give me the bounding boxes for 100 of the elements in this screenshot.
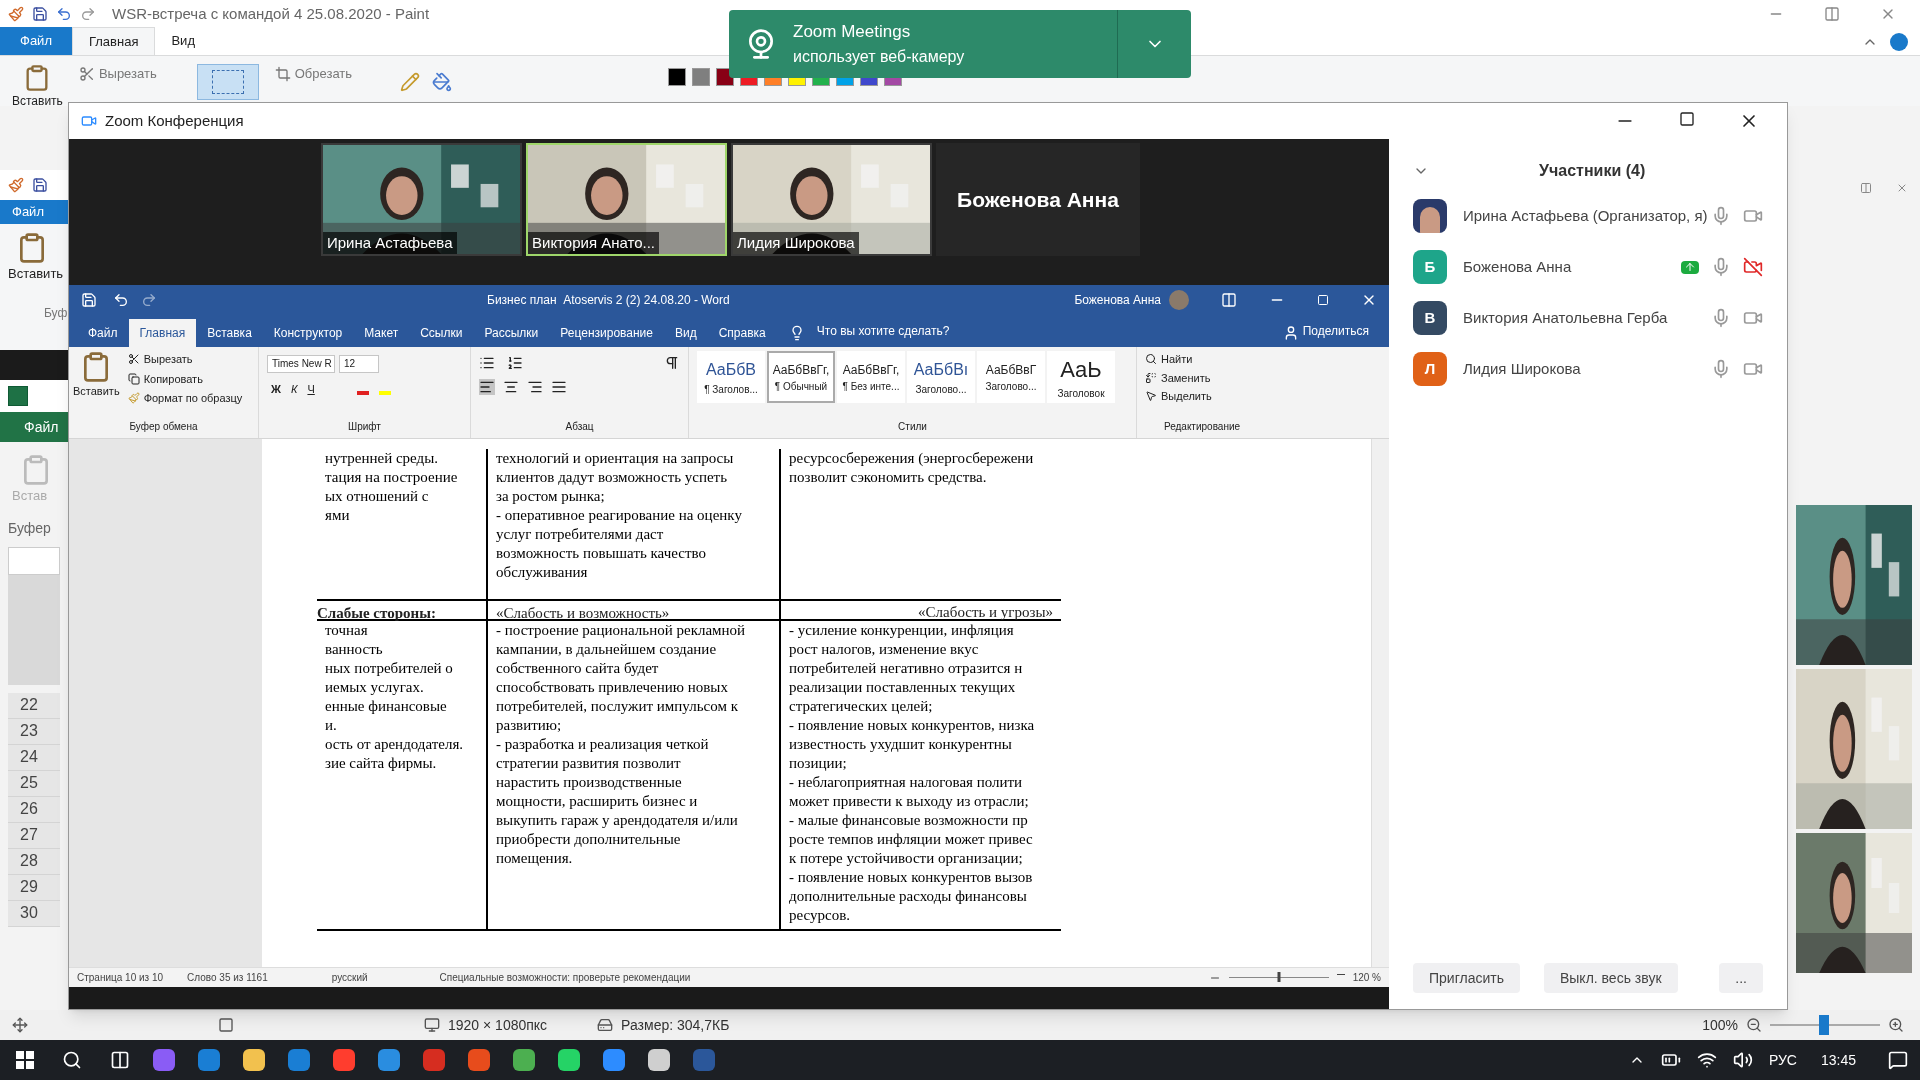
microphone-icon[interactable] [1711, 206, 1731, 226]
ribbon-tab[interactable]: Макет [353, 319, 410, 347]
justify-icon[interactable] [551, 379, 567, 395]
file-tab[interactable]: Файл [0, 27, 72, 55]
format-button[interactable]: К [290, 381, 298, 398]
style-item[interactable]: АаБбВ ¶ Заголов... [697, 351, 765, 403]
participant-row[interactable]: Ирина Астафьева (Организатор, я) [1413, 199, 1763, 233]
app-icon[interactable] [333, 1049, 355, 1071]
align-right-icon[interactable] [527, 379, 543, 395]
fill-icon[interactable] [432, 72, 453, 92]
ribbon-tab[interactable]: Главная [71, 27, 156, 55]
bullets-icon[interactable] [479, 355, 495, 371]
start-icon[interactable] [16, 1051, 34, 1069]
save-icon[interactable] [32, 177, 48, 193]
ribbon-tab[interactable]: Рассылки [473, 319, 550, 347]
tell-me-field[interactable]: Что вы хотите сделать? [816, 322, 950, 340]
style-item[interactable]: АаБбВı Заголово... [907, 351, 975, 403]
select-button[interactable] [196, 64, 259, 100]
cut-button[interactable]: Вырезать [98, 64, 157, 84]
microphone-icon[interactable] [1711, 257, 1731, 277]
panel-button[interactable]: ... [1719, 963, 1763, 993]
format-button[interactable]: Ж [271, 381, 281, 398]
font-name-field[interactable]: Times New R [267, 355, 335, 373]
zoom-in-icon[interactable] [1888, 1017, 1904, 1033]
align-center-icon[interactable] [503, 379, 519, 395]
accessibility-status[interactable]: Специальные возможности: проверьте рекомендации [439, 970, 691, 985]
camera-off-icon[interactable] [1743, 257, 1763, 277]
crop-button[interactable]: Обрезать [294, 64, 353, 84]
save-icon[interactable] [32, 6, 48, 22]
color-swatch[interactable] [692, 68, 711, 86]
participant-name: Лидия Широкова [733, 231, 859, 254]
ribbon-tab[interactable]: Вид [664, 319, 708, 347]
pilcrow-icon[interactable] [664, 355, 680, 371]
select-button[interactable]: Выделить [1161, 388, 1212, 405]
group-label: Буфер [7, 518, 52, 538]
microphone-icon[interactable] [1711, 359, 1731, 379]
document-text: стратегических целей; [789, 697, 934, 716]
ribbon-tab[interactable]: Ссылки [409, 319, 474, 347]
ribbon-tab[interactable]: Рецензирование [549, 319, 664, 347]
undo-icon[interactable] [56, 6, 72, 22]
restore-icon[interactable] [1824, 6, 1840, 22]
ribbon-tab[interactable]: Главная [128, 319, 197, 347]
document-text: ванность [325, 640, 384, 659]
format-button[interactable]: Ч [307, 381, 315, 398]
help-icon[interactable] [1890, 33, 1908, 51]
participant-row[interactable]: В Виктория Анатольевна Герба [1413, 301, 1763, 335]
align-left-icon[interactable] [479, 379, 495, 395]
ribbon-display-icon[interactable] [1221, 292, 1237, 308]
find-button[interactable]: Найти [1161, 351, 1193, 368]
document-text: способствовать привлечению новых [496, 678, 729, 697]
microphone-icon[interactable] [1711, 308, 1731, 328]
column-header: Слабые стороны: [317, 605, 436, 621]
participant-row[interactable]: Б Боженова Анна [1413, 250, 1763, 284]
app-icon[interactable] [648, 1049, 670, 1071]
maximize-icon[interactable] [1679, 111, 1695, 127]
paste-button[interactable]: Вставить [12, 92, 63, 110]
copy-button[interactable]: Копировать [143, 370, 203, 387]
participant-name: Боженова Анна [1463, 256, 1572, 277]
ribbon-tab[interactable]: Вид [155, 27, 211, 55]
zoom-slider-thumb[interactable] [1277, 972, 1281, 982]
file-tab[interactable]: Файл [0, 200, 68, 224]
ribbon-tab[interactable]: Справка [707, 319, 777, 347]
zoom-slider-thumb[interactable] [1818, 1015, 1829, 1035]
app-icon[interactable] [243, 1049, 265, 1071]
ribbon-tab[interactable]: Конструктор [262, 319, 354, 347]
ribbon-tab[interactable]: Файл [77, 319, 129, 347]
task-view-icon[interactable] [110, 1050, 130, 1070]
notifications-icon[interactable] [1888, 1050, 1908, 1070]
document-text: иемых услугах. [325, 678, 425, 697]
app-icon[interactable] [558, 1049, 580, 1071]
search-icon[interactable] [62, 1050, 82, 1070]
cut-button[interactable]: Вырезать [143, 351, 193, 368]
language-indicator[interactable]: РУС [1768, 1049, 1797, 1071]
wifi-icon[interactable] [1696, 1050, 1717, 1070]
replace-button[interactable]: Заменить [1161, 369, 1211, 386]
file-tab[interactable]: Файл [0, 412, 68, 442]
panel-button[interactable]: Пригласить [1413, 963, 1520, 993]
format-painter-button[interactable]: Формат по образцу [143, 390, 243, 407]
zoom-out-icon[interactable] [1746, 1017, 1762, 1033]
row-number: 23 [8, 718, 60, 745]
font-size-field[interactable]: 12 [339, 355, 379, 373]
style-item[interactable]: АаЬ Заголовок [1047, 351, 1115, 403]
clock[interactable]: 13:45 [1820, 1049, 1856, 1071]
app-icon[interactable] [378, 1049, 400, 1071]
app-icon[interactable] [513, 1049, 535, 1071]
paste-button[interactable]: Вставить [73, 383, 120, 400]
app-icon[interactable] [603, 1049, 625, 1071]
redo-icon[interactable] [80, 6, 96, 22]
color-swatch[interactable] [668, 68, 687, 86]
participant-row[interactable]: Л Лидия Широкова [1413, 352, 1763, 386]
volume-icon[interactable] [1732, 1050, 1753, 1070]
style-item[interactable]: АаБбВвГ Заголово... [977, 351, 1045, 403]
style-item[interactable]: АаБбВвГг, ¶ Обычный [767, 351, 835, 403]
ribbon-tab[interactable]: Вставка [196, 319, 263, 347]
style-item[interactable]: АаБбВвГг, ¶ Без инте... [837, 351, 905, 403]
restore-icon[interactable] [1860, 181, 1872, 194]
numbering-icon[interactable] [507, 355, 523, 371]
undo-icon[interactable] [113, 292, 129, 308]
share-button[interactable]: Поделиться [1302, 322, 1369, 340]
panel-button[interactable]: Выкл. весь звук [1543, 963, 1678, 993]
